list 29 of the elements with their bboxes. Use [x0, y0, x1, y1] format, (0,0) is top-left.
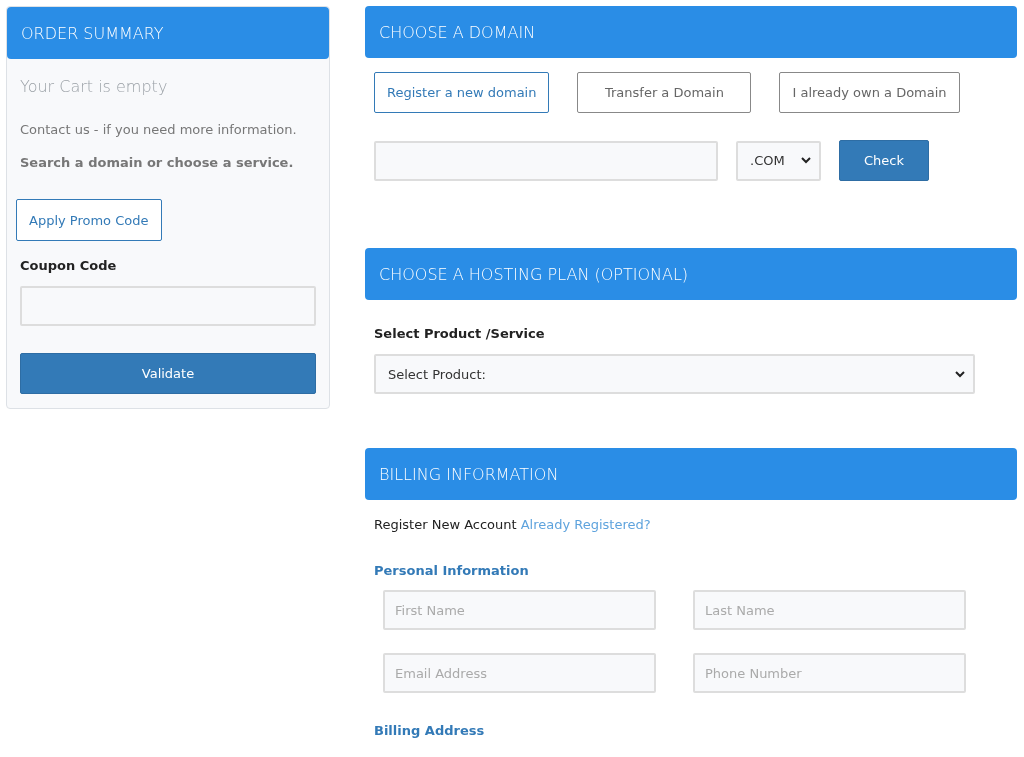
login-link[interactable]: Already Registered?: [520, 517, 651, 532]
domain-option-tab[interactable]: Transfer a Domain: [577, 72, 752, 113]
text-input[interactable]: Email Address: [383, 653, 656, 693]
contact-text: Contact us - if you need more information.: [20, 122, 297, 137]
coupon-input[interactable]: [20, 286, 316, 326]
hint-text: Search a domain or choose a service.: [20, 155, 294, 170]
domain-option-tab[interactable]: Register a new domain: [374, 72, 550, 113]
product-label: Select Product /Service: [374, 326, 545, 341]
text-input[interactable]: First Name: [383, 590, 656, 630]
validate-button[interactable]: Validate: [20, 353, 316, 394]
register-text: Register New Account: [374, 517, 517, 532]
section-header: CHOOSE A DOMAIN: [365, 6, 1017, 58]
cart-status: Your Cart is empty: [20, 77, 168, 96]
chevron-down-icon: [955, 370, 965, 378]
domain-option-tab[interactable]: I already own a Domain: [779, 72, 960, 113]
product-select[interactable]: Select Product:: [374, 354, 975, 394]
coupon-label: Coupon Code: [20, 258, 117, 273]
section-heading: Personal Information: [374, 563, 529, 578]
promo-code-button[interactable]: Apply Promo Code: [16, 199, 162, 241]
section-heading: Billing Address: [374, 723, 485, 738]
text-input[interactable]: Phone Number: [693, 653, 966, 693]
section-header: BILLING INFORMATION: [365, 448, 1017, 500]
text-input[interactable]: Last Name: [693, 590, 966, 630]
chevron-down-icon: [801, 157, 811, 164]
check-button[interactable]: Check: [839, 140, 929, 181]
card-header: ORDER SUMMARY: [7, 7, 329, 59]
tld-select[interactable]: .COM: [736, 140, 821, 181]
domain-input[interactable]: [374, 140, 718, 181]
section-header: CHOOSE A HOSTING PLAN (OPTIONAL): [365, 248, 1017, 300]
